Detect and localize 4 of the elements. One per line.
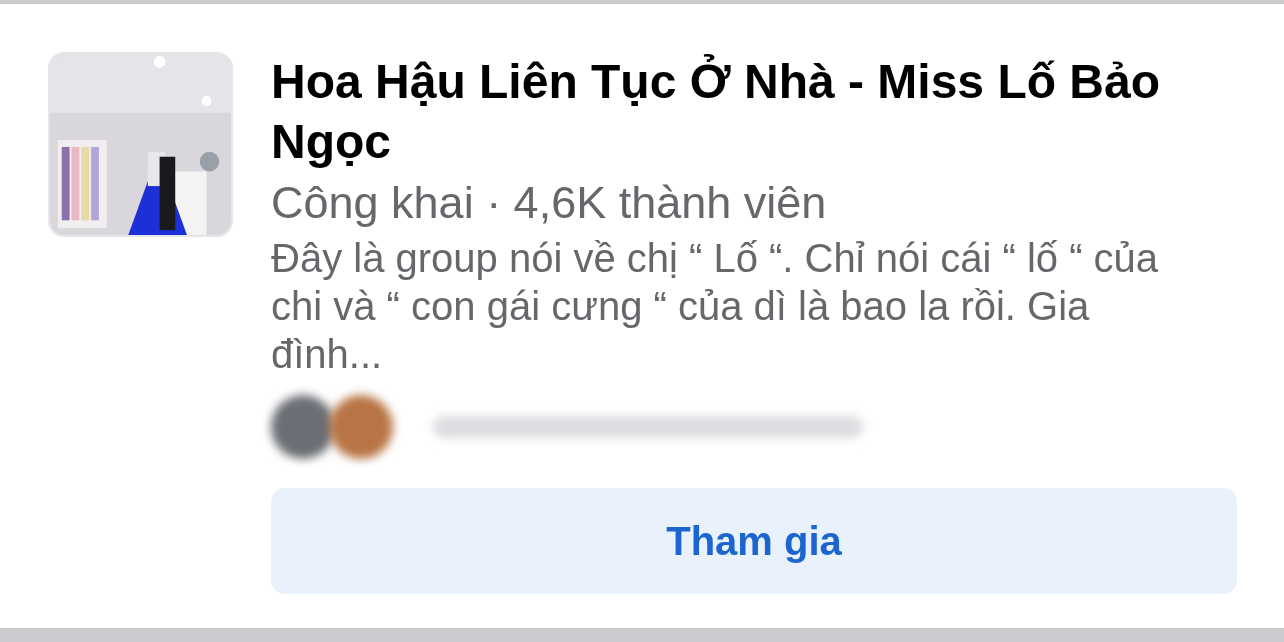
group-name[interactable]: Hoa Hậu Liên Tục Ở Nhà - Miss Lố Bảo Ngọc [271,52,1211,172]
group-meta: Công khai · 4,6K thành viên [271,176,828,230]
join-button[interactable]: Tham gia [271,488,1237,594]
group-description: Đây là group nói về chị “ Lố “. Chỉ nói cái “ lố “ của chi và “ con gái cưng “ của dì là bao la rồi. Gia đình... [271,235,1160,378]
